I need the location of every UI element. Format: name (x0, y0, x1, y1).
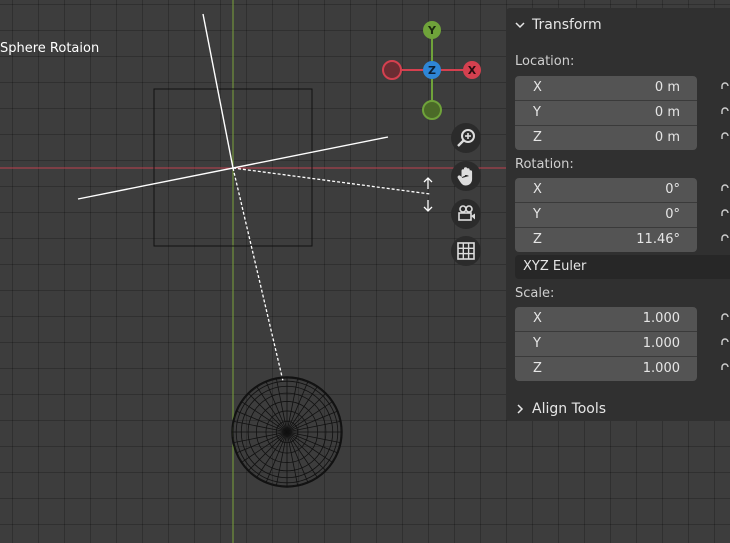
field-value: 0 m (654, 130, 680, 145)
rotation-y-field[interactable]: Y 0° (515, 203, 697, 227)
transform-header-label: Transform (532, 17, 602, 33)
field-axis: Z (533, 232, 542, 247)
scale-x-field[interactable]: X 1.000 (515, 307, 697, 331)
camera-icon (458, 205, 475, 221)
field-axis: X (533, 182, 542, 197)
rotation-label: Rotation: (515, 157, 574, 172)
align-tools-header[interactable]: Align Tools (514, 401, 606, 417)
lock-icon[interactable] (720, 107, 730, 121)
rotation-x-field[interactable]: X 0° (515, 178, 697, 202)
move-arrows-icon (423, 177, 433, 212)
grid-icon (457, 242, 475, 260)
lock-icon[interactable] (720, 184, 730, 198)
chevron-down-icon (515, 22, 525, 29)
scale-label: Scale: (515, 286, 555, 301)
location-label: Location: (515, 54, 575, 69)
sidebar-panel: Transform Location: X 0 m Y 0 m Z 0 m Rotat… (506, 8, 730, 421)
field-axis: Y (533, 207, 541, 222)
camera-button[interactable] (451, 199, 481, 229)
lock-icon[interactable] (720, 234, 730, 248)
grid-button[interactable] (451, 236, 481, 266)
dashed-line-down (232, 167, 284, 382)
field-value: 11.46° (636, 232, 680, 247)
location-x-field[interactable]: X 0 m (515, 76, 697, 100)
field-axis: X (533, 311, 542, 326)
scale-z-field[interactable]: Z 1.000 (515, 357, 697, 381)
lock-icon[interactable] (720, 209, 730, 223)
lock-icon[interactable] (720, 313, 730, 327)
zoom-icon (457, 129, 475, 147)
pan-button[interactable] (451, 161, 481, 191)
field-value: 0° (665, 207, 680, 222)
scale-y-field[interactable]: Y 1.000 (515, 332, 697, 356)
lock-icon[interactable] (720, 82, 730, 96)
rotation-mode-value: XYZ Euler (523, 259, 587, 274)
transform-header[interactable]: Transform (514, 17, 602, 33)
field-value: 0 m (654, 80, 680, 95)
gizmo-y-label: Y (427, 24, 437, 37)
chevron-right-icon (517, 404, 524, 414)
white-line-vertical (202, 13, 234, 169)
field-value: 1.000 (642, 311, 680, 326)
field-axis: Z (533, 130, 542, 145)
dashed-line-right (232, 167, 431, 195)
gizmo-neg-y[interactable] (422, 100, 442, 120)
field-axis: X (533, 80, 542, 95)
zoom-button[interactable] (451, 123, 481, 153)
viewport-title: Sphere Rotaion (0, 41, 100, 56)
field-value: 0 m (654, 105, 680, 120)
field-value: 0° (665, 182, 680, 197)
rotation-mode-dropdown[interactable]: XYZ Euler (515, 255, 730, 279)
field-axis: Y (533, 336, 541, 351)
gizmo-x-label: X (468, 64, 477, 77)
field-value: 1.000 (642, 361, 680, 376)
field-axis: Y (533, 105, 541, 120)
location-y-field[interactable]: Y 0 m (515, 101, 697, 125)
lock-icon[interactable] (720, 338, 730, 352)
gizmo-z-label: Z (428, 64, 436, 77)
align-tools-label: Align Tools (532, 401, 607, 417)
lock-icon[interactable] (720, 132, 730, 146)
field-axis: Z (533, 361, 542, 376)
sphere-object[interactable] (231, 376, 343, 488)
field-value: 1.000 (642, 336, 680, 351)
gizmo-neg-x[interactable] (382, 60, 402, 80)
rotation-z-field[interactable]: Z 11.46° (515, 228, 697, 252)
location-z-field[interactable]: Z 0 m (515, 126, 697, 150)
hand-icon (457, 167, 473, 186)
navigation-gizmo[interactable]: Y X Z (382, 21, 481, 120)
lock-icon[interactable] (720, 363, 730, 377)
